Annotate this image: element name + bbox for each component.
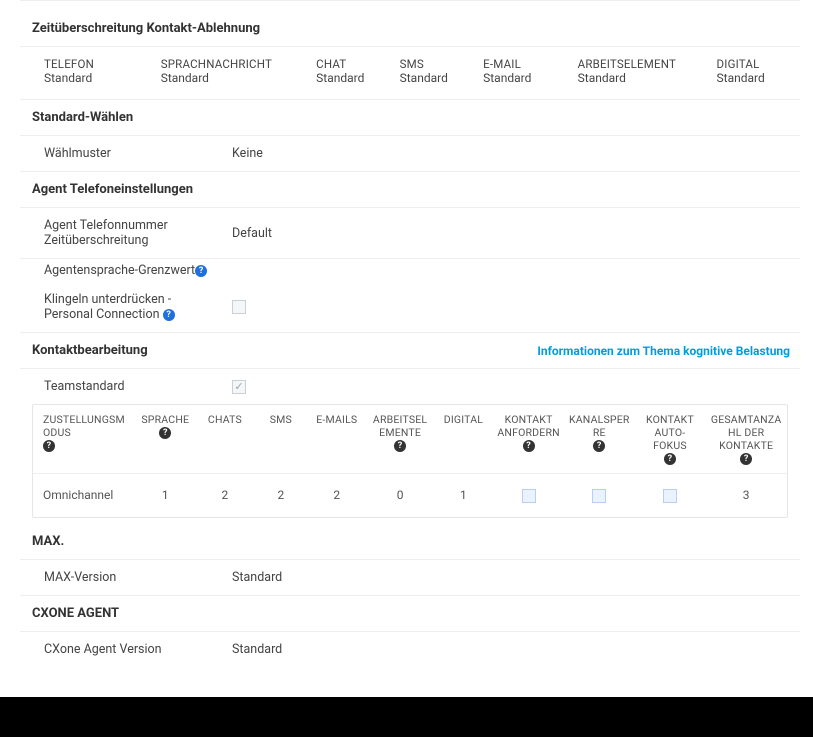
help-icon[interactable]: ? <box>523 440 535 452</box>
col-header-digital: DIGITAL <box>434 405 494 473</box>
help-icon[interactable]: ? <box>740 453 752 465</box>
timeout-col-telefon: TELEFON Standard <box>44 57 161 85</box>
cell-channel-lock <box>564 474 635 517</box>
col-header-autofocus: KONTAKT AUTO-FOKUS? <box>635 405 706 473</box>
help-icon[interactable]: ? <box>394 440 406 452</box>
section-title: CXONE AGENT <box>32 606 119 621</box>
section-header-phone: Agent Telefoneinstellungen <box>20 172 800 208</box>
footer-bar <box>0 697 813 737</box>
cell-autofocus <box>635 474 706 517</box>
col-header-chats: CHATS <box>195 405 255 473</box>
team-default-checkbox[interactable] <box>232 380 246 394</box>
row-cxone-version: CXone Agent Version Standard <box>20 632 800 667</box>
cell-emails: 2 <box>307 474 367 517</box>
cxone-version-label: CXone Agent Version <box>44 642 214 657</box>
cxone-version-value: Standard <box>232 642 282 657</box>
section-header-contact: Kontaktbearbeitung Informationen zum The… <box>20 333 800 369</box>
col-header-arbeits: ARBEITSELEMENTE? <box>367 405 434 473</box>
cell-total: 3 <box>705 474 787 517</box>
section-header-cxone: CXONE AGENT <box>20 596 800 632</box>
info-icon[interactable]: ? <box>195 265 207 277</box>
suppress-ring-value <box>232 300 246 315</box>
cell-request <box>493 474 564 517</box>
timeout-col-email: E-MAIL Standard <box>483 57 578 85</box>
col-header-request: KONTAKT ANFORDERN? <box>493 405 564 473</box>
team-default-label: Teamstandard <box>44 379 214 394</box>
col-header-emails: E-MAILS <box>307 405 367 473</box>
cell-chats: 2 <box>195 474 255 517</box>
dial-pattern-label: Wählmuster <box>44 146 214 161</box>
timeout-col-digital: DIGITAL Standard <box>717 57 800 85</box>
voice-threshold-label: Agentensprache-Grenzwert? <box>44 263 214 278</box>
cell-mode: Omnichannel <box>33 474 135 517</box>
row-phone-timeout: Agent Telefonnummer Zeitüberschreitung D… <box>20 208 800 259</box>
cognitive-load-link[interactable]: Informationen zum Thema kognitive Belast… <box>537 344 790 358</box>
autofocus-checkbox[interactable] <box>663 489 677 503</box>
row-max-version: MAX-Version Standard <box>20 560 800 596</box>
channel-lock-checkbox[interactable] <box>592 489 606 503</box>
suppress-ring-checkbox[interactable] <box>232 300 246 314</box>
max-version-label: MAX-Version <box>44 570 214 585</box>
timeout-col-sms: SMS Standard <box>400 57 483 85</box>
section-header-timeout: Zeitüberschreitung Kontakt-Ablehnung <box>20 11 800 47</box>
help-icon[interactable]: ? <box>159 427 171 439</box>
max-version-value: Standard <box>232 570 282 585</box>
section-title: Zeitüberschreitung Kontakt-Ablehnung <box>32 21 260 36</box>
cell-digital: 1 <box>434 474 494 517</box>
phone-timeout-value: Default <box>232 226 272 241</box>
help-icon[interactable]: ? <box>43 440 55 452</box>
info-icon[interactable]: ? <box>163 309 175 321</box>
section-title: Standard-Wählen <box>32 110 133 125</box>
row-voice-threshold: Agentensprache-Grenzwert? <box>20 259 800 282</box>
section-header-dialing: Standard-Wählen <box>20 100 800 136</box>
timeout-col-sprachnachricht: SPRACHNACHRICHT Standard <box>161 57 316 85</box>
team-default-value <box>232 379 246 394</box>
row-team-default: Teamstandard <box>20 369 800 404</box>
cell-arbeits: 0 <box>367 474 434 517</box>
col-header-mode: ZUSTELLUNGSMODUS? <box>33 405 135 473</box>
section-header-max: MAX. <box>20 524 800 560</box>
help-icon[interactable]: ? <box>664 453 676 465</box>
timeout-col-arbeitselement: ARBEITSELEMENT Standard <box>578 57 717 85</box>
request-contact-checkbox[interactable] <box>522 489 536 503</box>
suppress-ring-label: Klingeln unterdrücken - Personal Connect… <box>44 292 214 322</box>
help-icon[interactable]: ? <box>593 440 605 452</box>
table-header-row: ZUSTELLUNGSMODUS? SPRACHE? CHATS SMS E-M… <box>33 405 787 474</box>
row-suppress-ring: Klingeln unterdrücken - Personal Connect… <box>20 282 800 333</box>
table-row: Omnichannel 1 2 2 2 0 1 3 <box>33 474 787 517</box>
col-header-total: GESAMTANZAHL DER KONTAKTE? <box>705 405 787 473</box>
cell-sprache: 1 <box>135 474 195 517</box>
col-header-channel-lock: KANALSPERRE? <box>564 405 635 473</box>
section-title: Kontaktbearbeitung <box>32 343 148 358</box>
col-header-sprache: SPRACHE? <box>135 405 195 473</box>
cell-sms: 2 <box>255 474 307 517</box>
timeout-col-chat: CHAT Standard <box>316 57 399 85</box>
section-title: Agent Telefoneinstellungen <box>32 182 193 197</box>
dial-pattern-value: Keine <box>232 146 263 161</box>
phone-timeout-label: Agent Telefonnummer Zeitüberschreitung <box>44 218 214 248</box>
timeout-columns: TELEFON Standard SPRACHNACHRICHT Standar… <box>20 47 800 100</box>
row-dial-pattern: Wählmuster Keine <box>20 136 800 172</box>
contact-handling-table: ZUSTELLUNGSMODUS? SPRACHE? CHATS SMS E-M… <box>32 404 788 518</box>
section-title: MAX. <box>32 534 64 549</box>
col-header-sms: SMS <box>255 405 307 473</box>
